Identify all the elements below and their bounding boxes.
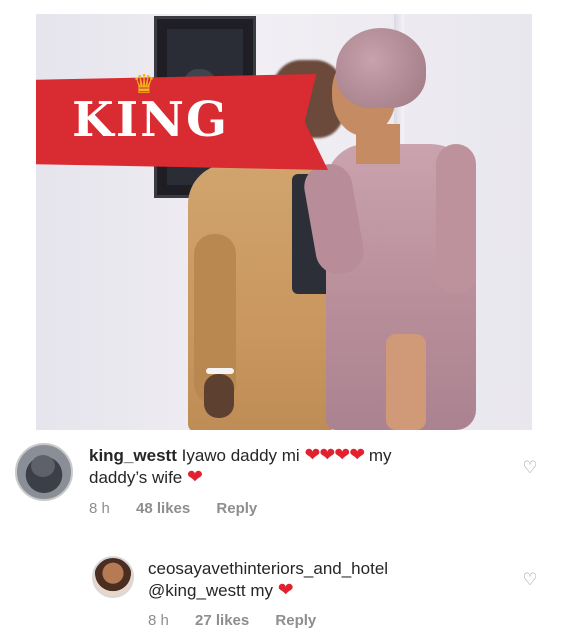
comment-time: 8 h — [148, 612, 169, 629]
comment-line-1: king_westt Iyawo daddy mi ❤❤❤❤ my — [89, 445, 489, 467]
reply-button[interactable]: Reply — [216, 500, 257, 517]
heart-emoji: ❤ — [277, 580, 294, 601]
woman-sleeve-right — [436, 144, 476, 294]
woman-headwrap — [336, 28, 426, 108]
comment-likes[interactable]: 48 likes — [136, 500, 190, 517]
comment-text: my — [250, 581, 273, 600]
comment-meta: 8 h 27 likes Reply — [148, 612, 338, 629]
comment-line-2: daddy’s wife ❤ — [89, 467, 489, 489]
king-banner: ♛ KING — [36, 71, 328, 170]
comment-likes[interactable]: 27 likes — [195, 612, 249, 629]
comment-username[interactable]: king_westt — [89, 446, 177, 465]
comment-line-1: ceosayavethinteriors_and_hotel — [148, 558, 508, 580]
banner-text: KING — [72, 92, 230, 148]
woman-leg — [386, 334, 426, 430]
heart-outline-icon[interactable]: ♡ — [520, 570, 540, 590]
comment-text: my — [368, 446, 392, 465]
heart-outline-icon[interactable]: ♡ — [520, 458, 540, 478]
heart-emojis: ❤❤❤❤ — [304, 445, 365, 466]
comment-line-2: @king_westt my ❤ — [148, 580, 508, 602]
reply-button[interactable]: Reply — [275, 612, 316, 629]
comment-time: 8 h — [89, 500, 110, 517]
comment-username[interactable]: ceosayavethinteriors_and_hotel — [148, 559, 388, 578]
comment-text: daddy’s wife — [89, 468, 183, 487]
heart-emoji: ❤ — [186, 467, 203, 488]
man-hand — [204, 374, 234, 418]
avatar[interactable] — [92, 556, 134, 598]
post-photo: ♛ KING — [36, 14, 532, 430]
avatar[interactable] — [15, 443, 73, 501]
comment-mention[interactable]: @king_westt — [148, 581, 246, 600]
comment-meta: 8 h 48 likes Reply — [89, 500, 279, 517]
comment-text: Iyawo daddy mi — [181, 446, 300, 465]
